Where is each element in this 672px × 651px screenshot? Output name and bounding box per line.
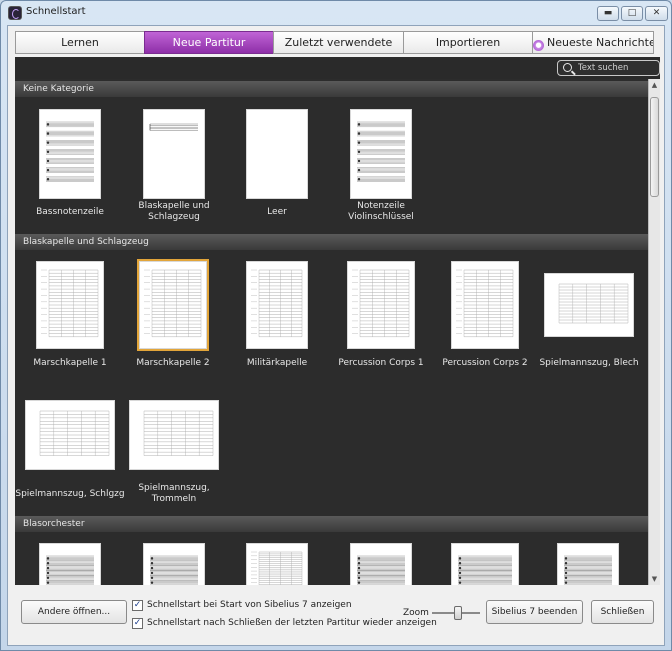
template-label[interactable]: Marschkapelle 2 bbox=[118, 358, 228, 369]
zoom-slider-handle[interactable] bbox=[454, 606, 462, 620]
template-label[interactable]: Percussion Corps 2 bbox=[430, 358, 540, 369]
tab-zuletzt-verwendete[interactable]: Zuletzt verwendete bbox=[273, 31, 403, 54]
template-thumbnail[interactable] bbox=[143, 109, 205, 199]
quit-sibelius-button[interactable]: Sibelius 7 beenden bbox=[486, 600, 583, 624]
score-preview-graphic bbox=[251, 551, 303, 585]
score-preview-graphic bbox=[39, 410, 110, 456]
template-label[interactable]: Spielmannszug, Trommeln bbox=[119, 483, 229, 505]
template-thumbnail[interactable] bbox=[129, 400, 219, 470]
score-preview-graphic bbox=[46, 121, 94, 182]
template-thumbnail[interactable] bbox=[246, 109, 308, 199]
score-preview-graphic bbox=[558, 283, 629, 324]
template-label[interactable]: Notenzeile Violinschlüssel bbox=[326, 201, 436, 223]
template-label[interactable]: Leer bbox=[222, 207, 332, 218]
score-preview-graphic bbox=[149, 123, 198, 131]
template-label[interactable]: Percussion Corps 1 bbox=[326, 358, 436, 369]
gallery-toolbar bbox=[15, 57, 660, 79]
template-label[interactable]: Spielmannszug, Schlgzg bbox=[15, 489, 125, 500]
template-label[interactable]: Militärkapelle bbox=[222, 358, 332, 369]
score-preview-graphic bbox=[41, 269, 99, 338]
tab-label: Zuletzt verwendete bbox=[284, 36, 393, 49]
score-preview-graphic bbox=[150, 555, 198, 585]
quickstart-window: Schnellstart ▬ □ ✕ Lernen Neue Partitur Zu… bbox=[0, 0, 672, 651]
template-thumbnail[interactable] bbox=[350, 543, 412, 585]
category-header: Blasorchester bbox=[15, 516, 648, 532]
gallery-scroll-area[interactable]: Keine Kategorie Bassnotenzeile Blaskapelle… bbox=[15, 79, 648, 585]
search-icon bbox=[563, 63, 572, 72]
score-preview-graphic bbox=[46, 555, 94, 585]
scroll-up-arrow-icon[interactable]: ▲ bbox=[649, 79, 660, 91]
score-preview-graphic bbox=[251, 269, 303, 338]
template-thumbnail[interactable] bbox=[39, 109, 101, 199]
tab-label: Neueste Nachrichten bbox=[547, 36, 654, 49]
template-label[interactable]: Bassnotenzeile bbox=[15, 207, 125, 218]
show-after-close-checkbox-row[interactable]: ✓ Schnellstart nach Schließen der letzte… bbox=[132, 617, 437, 630]
search-input[interactable] bbox=[578, 62, 658, 74]
template-thumbnail[interactable] bbox=[246, 543, 308, 585]
score-preview-graphic bbox=[144, 269, 202, 338]
template-thumbnail[interactable] bbox=[25, 400, 115, 470]
template-thumbnail[interactable] bbox=[143, 543, 205, 585]
vertical-scrollbar[interactable]: ▲ ▼ bbox=[648, 79, 660, 585]
tab-label: Neue Partitur bbox=[172, 36, 246, 49]
template-label[interactable]: Marschkapelle 1 bbox=[15, 358, 125, 369]
title-bar[interactable]: Schnellstart ▬ □ ✕ bbox=[1, 1, 671, 25]
score-preview-graphic bbox=[357, 121, 405, 182]
tab-bar: Lernen Neue Partitur Zuletzt verwendete Imp… bbox=[15, 31, 660, 54]
tab-label: Importieren bbox=[435, 36, 501, 49]
template-label[interactable]: Spielmannszug, Blech bbox=[534, 358, 644, 369]
tab-neueste-nachrichten[interactable]: ● Neueste Nachrichten bbox=[532, 31, 654, 54]
maximize-button[interactable]: □ bbox=[621, 6, 643, 21]
score-preview-graphic bbox=[456, 269, 514, 338]
search-box[interactable] bbox=[557, 60, 660, 76]
zoom-slider[interactable] bbox=[432, 606, 482, 620]
scroll-down-arrow-icon[interactable]: ▼ bbox=[649, 573, 660, 585]
template-thumbnail[interactable] bbox=[347, 261, 415, 349]
category-header: Keine Kategorie bbox=[15, 81, 648, 97]
template-thumbnail[interactable] bbox=[39, 543, 101, 585]
score-preview-graphic bbox=[564, 555, 612, 585]
score-preview-graphic bbox=[458, 555, 512, 585]
score-preview-graphic bbox=[357, 555, 405, 585]
template-thumbnail[interactable] bbox=[557, 543, 619, 585]
score-preview-graphic bbox=[247, 110, 307, 198]
client-area: Lernen Neue Partitur Zuletzt verwendete Imp… bbox=[7, 25, 665, 646]
news-bullet-icon: ● bbox=[533, 40, 544, 51]
template-thumbnail[interactable] bbox=[36, 261, 104, 349]
template-thumbnail[interactable] bbox=[246, 261, 308, 349]
tab-label: Lernen bbox=[61, 36, 99, 49]
score-preview-graphic bbox=[352, 269, 410, 338]
close-button[interactable]: Schließen bbox=[591, 600, 654, 624]
template-thumbnail[interactable] bbox=[544, 273, 634, 337]
tab-importieren[interactable]: Importieren bbox=[403, 31, 532, 54]
tab-lernen[interactable]: Lernen bbox=[15, 31, 144, 54]
tab-neue-partitur[interactable]: Neue Partitur bbox=[144, 31, 273, 54]
template-gallery: Keine KategorieBassnotenzeileBlaskapelle… bbox=[15, 57, 660, 585]
checkmark-icon: ✓ bbox=[133, 618, 142, 628]
template-thumbnail[interactable] bbox=[350, 109, 412, 199]
show-on-start-label: Schnellstart bei Start von Sibelius 7 an… bbox=[147, 600, 352, 610]
score-preview-graphic bbox=[143, 410, 214, 456]
zoom-label: Zoom bbox=[403, 608, 429, 618]
show-after-close-label: Schnellstart nach Schließen der letzten … bbox=[147, 618, 437, 628]
sibelius-app-icon bbox=[8, 6, 22, 20]
show-after-close-checkbox[interactable]: ✓ bbox=[132, 618, 143, 629]
window-title: Schnellstart bbox=[26, 6, 86, 17]
scrollbar-thumb[interactable] bbox=[650, 97, 659, 197]
template-thumbnail[interactable] bbox=[451, 261, 519, 349]
template-label[interactable]: Blaskapelle und Schlagzeug bbox=[119, 201, 229, 223]
category-header: Blaskapelle und Schlagzeug bbox=[15, 234, 648, 250]
template-thumbnail[interactable] bbox=[451, 543, 519, 585]
minimize-button[interactable]: ▬ bbox=[597, 6, 619, 21]
show-on-start-checkbox-row[interactable]: ✓ Schnellstart bei Start von Sibelius 7 … bbox=[132, 599, 392, 612]
template-thumbnail[interactable] bbox=[137, 259, 209, 351]
open-other-button[interactable]: Andere öffnen... bbox=[21, 600, 127, 624]
close-window-button[interactable]: ✕ bbox=[645, 6, 668, 21]
show-on-start-checkbox[interactable]: ✓ bbox=[132, 600, 143, 611]
checkmark-icon: ✓ bbox=[133, 600, 142, 610]
